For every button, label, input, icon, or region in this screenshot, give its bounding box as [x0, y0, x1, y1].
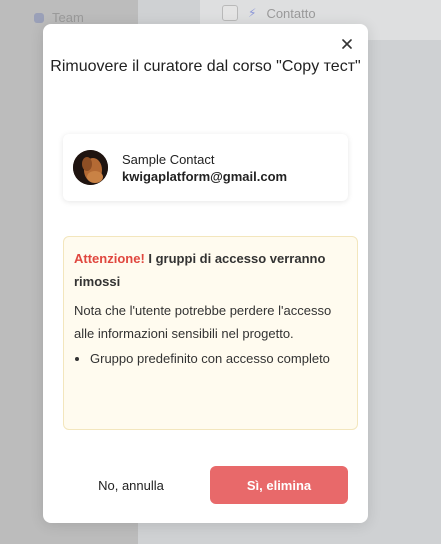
access-group-list: Gruppo predefinito con accesso completo [74, 347, 347, 370]
dialog-title: Rimuovere il curatore dal corso "Copy те… [50, 58, 361, 75]
warning-headline: Attenzione! I gruppi di accesso verranno… [74, 247, 347, 293]
contact-card: Sample Contact kwigaplatform@gmail.com [63, 134, 348, 201]
warning-body: Nota che l'utente potrebbe perdere l'acc… [74, 303, 332, 341]
avatar [73, 150, 108, 185]
contact-name: Sample Contact [122, 152, 215, 167]
cancel-button[interactable]: No, annulla [85, 470, 177, 500]
select-all-checkbox [222, 5, 238, 21]
close-button[interactable] [338, 35, 356, 53]
warning-box: Attenzione! I gruppi di accesso verranno… [63, 236, 358, 430]
bolt-icon: ⚡ [248, 6, 257, 20]
column-label: Contatto [266, 5, 316, 21]
sidebar-item-team: Team [34, 10, 84, 25]
sidebar-item-label: Team [52, 10, 84, 25]
attention-label: Attenzione! [74, 251, 145, 266]
contact-email: kwigaplatform@gmail.com [122, 169, 288, 184]
access-group-item: Gruppo predefinito con accesso completo [90, 347, 347, 370]
team-icon [34, 12, 44, 23]
remove-curator-dialog: Rimuovere il curatore dal corso "Copy те… [43, 24, 368, 523]
confirm-delete-button[interactable]: Sì, elimina [210, 466, 348, 504]
table-header-contact: ⚡ Contatto [222, 5, 316, 21]
close-icon [342, 39, 352, 49]
